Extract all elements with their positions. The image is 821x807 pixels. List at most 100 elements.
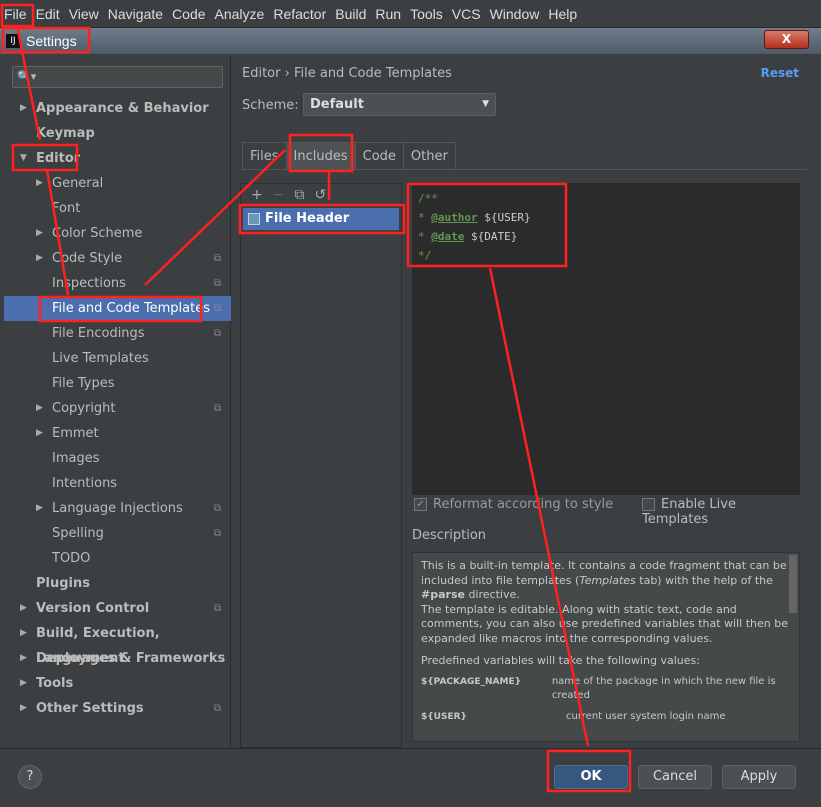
sidebar-item-emmet[interactable]: ▶ Emmet [4,421,231,446]
menu-bar: File Edit View Navigate Code Analyze Refactor B… [0,0,821,28]
sidebar-item-label: Plugins [36,576,90,591]
chevron-down-icon: ▼ [482,99,489,109]
template-editor[interactable]: /** * @author ${USER} * @date ${DATE} */ [412,183,800,495]
cancel-button[interactable]: Cancel [638,765,712,789]
sidebar-item-label: File and Code Templates [52,301,210,316]
sidebar-item-code-style[interactable]: ▶ Code Style ⧉ [4,246,231,271]
variable-row: ${PACKAGE_NAME} name of the package in wh… [421,675,776,702]
search-icon: 🔍▾ [17,70,37,83]
chevron-right-icon[interactable]: ▶ [36,246,43,271]
menu-run[interactable]: Run [375,6,401,22]
chevron-right-icon[interactable]: ▶ [36,221,43,246]
chevron-right-icon[interactable]: ▶ [20,671,27,696]
description-panel: This is a built-in template. It contains… [412,552,800,742]
sidebar-item-appearance-behavior[interactable]: ▶ Appearance & Behavior [4,96,231,121]
sidebar-item-inspections[interactable]: Inspections ⧉ [4,271,231,296]
sidebar-item-label: Editor [36,151,81,166]
menu-tools[interactable]: Tools [410,6,443,22]
sidebar-item-editor[interactable]: ▼ Editor [4,146,231,171]
menu-navigate[interactable]: Navigate [108,6,163,22]
sidebar-item-tools[interactable]: ▶ Tools [4,671,231,696]
sidebar-item-images[interactable]: Images [4,446,231,471]
menu-window[interactable]: Window [490,6,540,22]
chevron-down-icon[interactable]: ▼ [20,146,27,171]
copy-icon[interactable]: ⧉ [294,187,304,203]
dialog-title-bar: IJ Settings X [0,28,821,54]
scheme-select[interactable]: Default ▼ [303,93,496,116]
sidebar-item-todo[interactable]: TODO [4,546,231,571]
chevron-right-icon[interactable]: ▶ [36,396,43,421]
sidebar-item-language-injections[interactable]: ▶ Language Injections ⧉ [4,496,231,521]
chevron-right-icon[interactable]: ▶ [36,421,43,446]
sidebar-item-build-execution-deployment[interactable]: ▶ Build, Execution, Deployment [4,621,231,666]
intellij-logo-icon: IJ [6,34,20,48]
sidebar-item-font[interactable]: Font [4,196,231,221]
chevron-right-icon[interactable]: ▶ [36,496,43,521]
sidebar-item-plugins[interactable]: Plugins [4,571,231,596]
chevron-right-icon[interactable]: ▶ [20,696,27,721]
reformat-checkbox[interactable]: ✓ Reformat according to style [414,497,613,512]
breadcrumb-parent[interactable]: Editor [242,66,280,81]
sidebar-item-other-settings[interactable]: ▶ Other Settings ⧉ [4,696,231,721]
sidebar-item-intentions[interactable]: Intentions [4,471,231,496]
sidebar-item-label: Appearance & Behavior [36,101,209,116]
reset-icon[interactable]: ↺ [314,187,326,203]
live-templates-checkbox[interactable]: Enable Live Templates [642,497,804,527]
project-scope-icon: ⧉ [213,303,221,314]
template-tabs: Files Includes Code Other [242,142,807,170]
code-line: */ [418,249,432,262]
sidebar-item-spelling[interactable]: Spelling ⧉ [4,521,231,546]
remove-icon[interactable]: − [273,187,285,203]
sidebar-item-file-types[interactable]: File Types [4,371,231,396]
sidebar-item-live-templates[interactable]: Live Templates [4,346,231,371]
code-line: * @author ${USER} [418,211,531,224]
search-input[interactable]: 🔍▾ [12,66,223,88]
project-scope-icon: ⧉ [213,703,221,714]
list-item-file-header[interactable]: File Header [243,208,399,230]
menu-view[interactable]: View [69,6,99,22]
sidebar-item-file-encodings[interactable]: File Encodings ⧉ [4,321,231,346]
menu-refactor[interactable]: Refactor [273,6,326,22]
description-paragraph: The template is editable. Along with sta… [421,602,788,645]
chevron-right-icon[interactable]: ▶ [20,621,27,646]
sidebar-item-copyright[interactable]: ▶ Copyright ⧉ [4,396,231,421]
reset-link[interactable]: Reset [761,66,799,80]
tab-includes[interactable]: Includes [285,142,356,169]
sidebar-item-general[interactable]: ▶ General [4,171,231,196]
chevron-right-icon[interactable]: ▶ [20,646,27,671]
menu-file[interactable]: File [4,6,27,22]
menu-build[interactable]: Build [335,6,366,22]
sidebar-item-keymap[interactable]: Keymap [4,121,231,146]
tab-other[interactable]: Other [402,142,456,169]
tab-files[interactable]: Files [242,142,287,169]
menu-code[interactable]: Code [172,6,205,22]
scheme-label: Scheme: [242,98,299,113]
dialog-footer: ? OK Cancel Apply [0,748,821,807]
tab-code[interactable]: Code [354,142,404,169]
scrollbar[interactable] [789,555,797,613]
menu-edit[interactable]: Edit [36,6,60,22]
sidebar-item-color-scheme[interactable]: ▶ Color Scheme [4,221,231,246]
settings-content: Editor › File and Code Templates Reset S… [232,56,817,748]
chevron-right-icon[interactable]: ▶ [36,171,43,196]
menu-vcs[interactable]: VCS [452,6,481,22]
chevron-right-icon[interactable]: ▶ [20,96,27,121]
project-scope-icon: ⧉ [213,403,221,414]
list-toolbar: + − ⧉ ↺ [241,184,401,206]
menu-help[interactable]: Help [548,6,577,22]
help-button[interactable]: ? [18,765,42,789]
close-button[interactable]: X [764,30,809,49]
add-icon[interactable]: + [251,187,263,203]
apply-button[interactable]: Apply [722,765,796,789]
ok-button[interactable]: OK [554,765,628,789]
template-file-icon [248,213,260,225]
code-line: /** [418,192,438,205]
sidebar-item-label: File Encodings [52,326,145,341]
sidebar-item-file-and-code-templates[interactable]: File and Code Templates ⧉ [4,296,231,321]
live-templates-label: Enable Live Templates [642,497,736,527]
menu-analyze[interactable]: Analyze [215,6,265,22]
chevron-right-icon[interactable]: ▶ [20,596,27,621]
sidebar-item-version-control[interactable]: ▶ Version Control ⧉ [4,596,231,621]
description-paragraph: Predefined variables will take the follo… [421,654,700,667]
sidebar-item-languages-frameworks[interactable]: ▶ Languages & Frameworks [4,646,231,671]
